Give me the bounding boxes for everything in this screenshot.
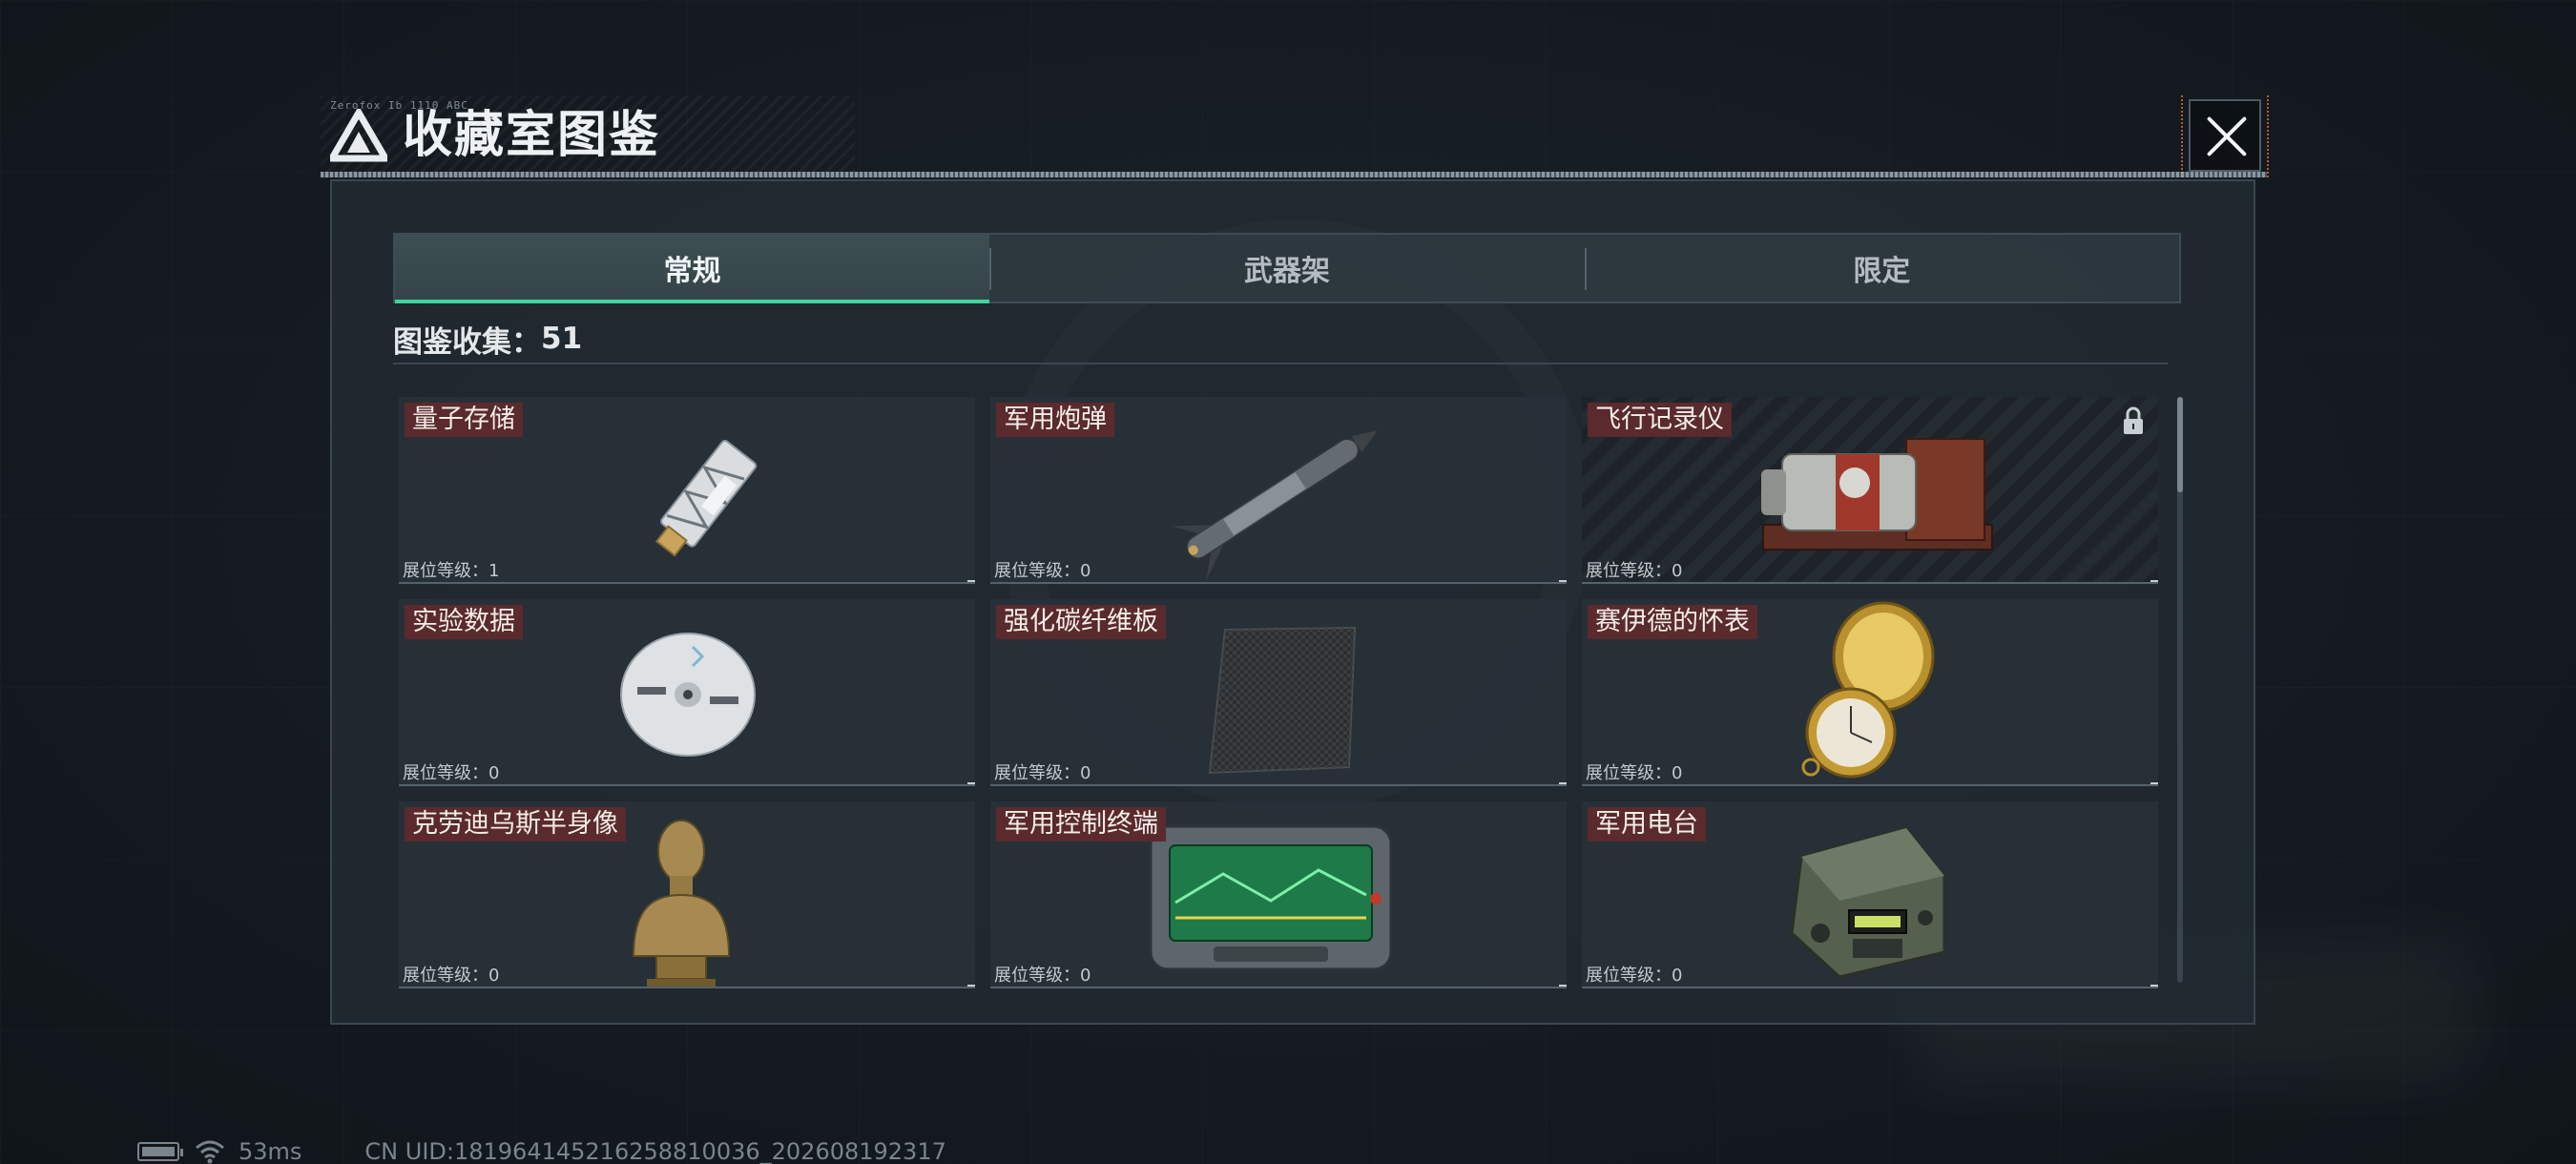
collection-count: 图鉴收集： 51 (393, 322, 2168, 364)
item-name: 飞行记录仪 (1588, 403, 1732, 437)
item-card-pocket-watch[interactable]: 赛伊德的怀表 展位等级：0 (1582, 599, 2158, 786)
item-level: 展位等级：0 (1586, 962, 1682, 987)
item-name: 军用炮弹 (996, 403, 1114, 437)
card-corner (2150, 782, 2158, 784)
item-name: 赛伊德的怀表 (1588, 605, 1757, 639)
item-name: 量子存储 (405, 403, 523, 437)
level-value: 0 (1080, 966, 1091, 986)
page-title: 收藏室图鉴 (403, 107, 661, 164)
level-label: 展位等级： (994, 763, 1080, 783)
level-value: 0 (1672, 561, 1683, 581)
card-corner (967, 580, 975, 582)
uid-text: CN UID:181964145216258810036_20260819231… (364, 1138, 946, 1164)
item-card-carbon-fiber-plate[interactable]: 强化碳纤维板 展位等级：0 (990, 599, 1567, 786)
close-accent (2181, 95, 2187, 177)
tab-weapon-rack[interactable]: 武器架 (989, 235, 1584, 301)
item-card-control-terminal[interactable]: 军用控制终端 展位等级：0 (990, 801, 1567, 988)
item-card-military-radio[interactable]: 军用电台 展位等级：0 (1582, 801, 2158, 988)
collection-count-value: 51 (541, 322, 583, 356)
close-accent (2263, 95, 2269, 177)
grid-scrollbar[interactable] (2177, 397, 2183, 983)
ping-value: 53ms (239, 1138, 302, 1164)
disc-icon (620, 633, 756, 757)
item-name: 军用电台 (1588, 807, 1706, 842)
logo-icon (330, 109, 387, 162)
level-label: 展位等级： (403, 561, 488, 581)
lock-icon (2124, 406, 2143, 434)
level-label: 展位等级： (403, 966, 488, 986)
item-name: 军用控制终端 (996, 807, 1166, 842)
item-name: 强化碳纤维板 (996, 605, 1166, 639)
radio-icon (1790, 826, 1946, 979)
item-level: 展位等级：0 (403, 962, 499, 987)
control-terminal-icon (1149, 824, 1393, 971)
item-level: 展位等级：0 (1586, 557, 1682, 582)
item-card-quantum-storage[interactable]: 量子存储 展位等级：1 (399, 397, 975, 584)
wifi-icon (196, 1140, 224, 1164)
item-level: 展位等级：0 (1586, 759, 1682, 784)
tab-regular[interactable]: 常规 (395, 235, 990, 303)
header-divider (321, 172, 2267, 177)
level-label: 展位等级： (403, 763, 488, 783)
missile-icon (1171, 430, 1378, 581)
card-corner (2150, 580, 2158, 582)
level-value: 0 (1080, 763, 1091, 783)
item-card-experiment-data[interactable]: 实验数据 展位等级：0 (399, 599, 975, 786)
level-value: 0 (1672, 763, 1683, 783)
item-level: 展位等级：1 (403, 557, 499, 582)
level-label: 展位等级： (1586, 561, 1672, 581)
level-value: 0 (1672, 966, 1683, 986)
level-value: 0 (488, 966, 500, 986)
level-label: 展位等级： (994, 966, 1080, 986)
card-corner (1559, 580, 1567, 582)
close-button[interactable] (2189, 99, 2261, 172)
scroll-thumb[interactable] (2177, 397, 2183, 492)
status-bar: 53ms CN UID:181964145216258810036_202608… (137, 1137, 946, 1164)
tab-limited[interactable]: 限定 (1584, 235, 2179, 301)
level-value: 0 (488, 763, 500, 783)
tab-bar: 常规 武器架 限定 (393, 233, 2181, 303)
usb-drive-icon (654, 440, 758, 557)
card-corner (1559, 782, 1567, 784)
item-name: 实验数据 (405, 605, 523, 639)
collection-panel: 常规 武器架 限定 图鉴收集： 51 量子存储 展位等级：1 军用炮弹 展位等级… (330, 179, 2255, 1025)
item-card-claudius-bust[interactable]: 克劳迪乌斯半身像 展位等级：0 (399, 801, 975, 988)
pocket-watch-icon (1801, 601, 1935, 779)
level-label: 展位等级： (1586, 966, 1672, 986)
item-level: 展位等级：0 (994, 557, 1091, 582)
card-corner (967, 985, 975, 987)
carbon-plate-icon (1208, 626, 1357, 775)
item-card-flight-recorder[interactable]: 飞行记录仪 展位等级：0 (1582, 397, 2158, 584)
collection-count-label: 图鉴收集： (393, 324, 541, 360)
item-level: 展位等级：0 (994, 962, 1091, 987)
level-value: 0 (1080, 561, 1091, 581)
header: Zerofox Ib 1110 ABC 收藏室图鉴 (321, 95, 2269, 177)
item-grid: 量子存储 展位等级：1 军用炮弹 展位等级：0 飞行记录仪 展位等级：0 实验数… (399, 397, 2175, 990)
bust-icon (632, 820, 731, 987)
level-label: 展位等级： (1586, 763, 1672, 783)
level-label: 展位等级： (994, 561, 1080, 581)
card-corner (1559, 985, 1567, 987)
item-level: 展位等级：0 (994, 759, 1091, 784)
item-name: 克劳迪乌斯半身像 (405, 807, 626, 842)
level-value: 1 (488, 561, 500, 581)
card-corner (2150, 985, 2158, 987)
battery-icon (137, 1142, 183, 1161)
card-corner (967, 782, 975, 784)
item-card-military-shell[interactable]: 军用炮弹 展位等级：0 (990, 397, 1567, 584)
item-level: 展位等级：0 (403, 759, 499, 784)
flight-recorder-icon (1761, 438, 1993, 551)
